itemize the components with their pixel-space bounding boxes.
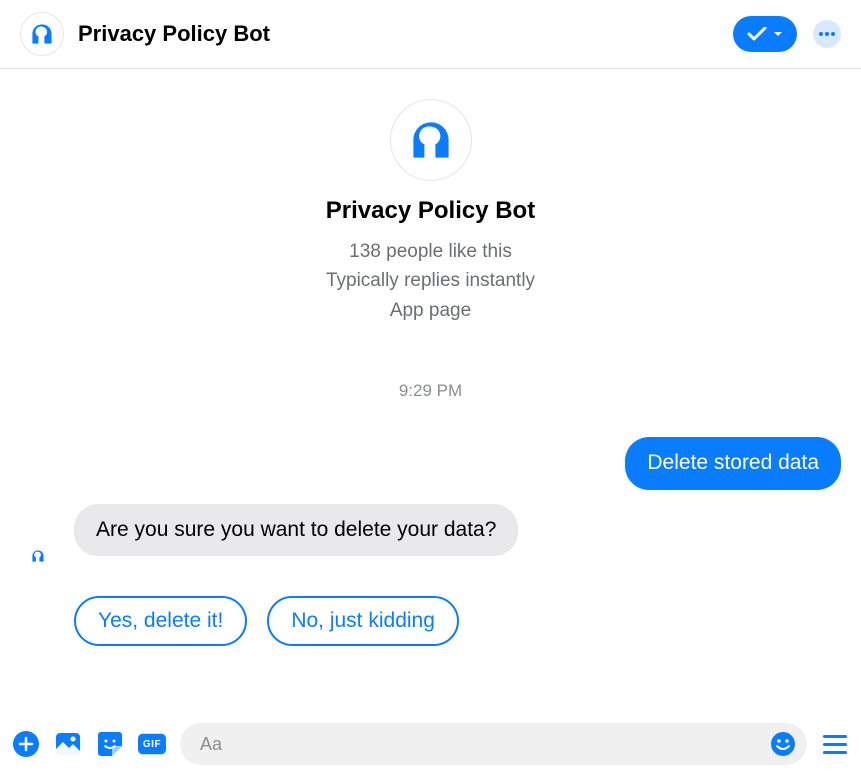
svg-text:PRIVACY POLICY BOT: PRIVACY POLICY BOT bbox=[409, 161, 453, 162]
sticker-icon bbox=[97, 731, 123, 757]
profile-likes: 138 people like this bbox=[349, 237, 512, 266]
bot-logo-icon bbox=[31, 549, 45, 563]
menu-line-icon bbox=[823, 735, 847, 738]
profile-reply-time: Typically replies instantly bbox=[326, 266, 535, 295]
sticker-button[interactable] bbox=[96, 730, 124, 758]
header-actions bbox=[733, 16, 841, 52]
done-dropdown-button[interactable] bbox=[733, 16, 797, 52]
bot-profile-block: PRIVACY POLICY BOT Privacy Policy Bot 13… bbox=[20, 99, 841, 325]
menu-button[interactable] bbox=[821, 730, 849, 758]
conversation-timestamp: 9:29 PM bbox=[20, 381, 841, 401]
chat-scroll-area[interactable]: PRIVACY POLICY BOT Privacy Policy Bot 13… bbox=[0, 69, 861, 713]
menu-line-icon bbox=[823, 743, 847, 746]
message-input-wrapper[interactable] bbox=[180, 723, 807, 765]
profile-page-type[interactable]: App page bbox=[390, 296, 471, 325]
message-composer: GIF bbox=[0, 713, 861, 779]
message-row-sent: Delete stored data bbox=[20, 437, 841, 489]
message-input[interactable] bbox=[200, 734, 769, 755]
bot-avatar-mini[interactable] bbox=[26, 544, 50, 568]
dot-icon bbox=[819, 32, 823, 36]
add-button[interactable] bbox=[12, 730, 40, 758]
dot-icon bbox=[831, 32, 835, 36]
bot-logo-icon: PRIVACY POLICY BOT bbox=[409, 118, 453, 162]
message-row-received: Are you sure you want to delete your dat… bbox=[20, 504, 841, 556]
chat-title[interactable]: Privacy Policy Bot bbox=[78, 21, 719, 47]
smiley-icon bbox=[770, 731, 796, 757]
emoji-button[interactable] bbox=[769, 730, 797, 758]
chat-header: Privacy Policy Bot bbox=[0, 0, 861, 69]
photo-button[interactable] bbox=[54, 730, 82, 758]
profile-name: Privacy Policy Bot bbox=[326, 197, 535, 225]
chevron-down-icon bbox=[773, 31, 783, 37]
quick-replies-row: Yes, delete it! No, just kidding bbox=[74, 596, 841, 646]
dot-icon bbox=[825, 32, 829, 36]
plus-circle-icon bbox=[13, 731, 39, 757]
bot-logo-icon bbox=[30, 22, 54, 46]
gif-button[interactable]: GIF bbox=[138, 730, 166, 758]
gif-label: GIF bbox=[143, 739, 161, 750]
quick-reply-no[interactable]: No, just kidding bbox=[267, 596, 459, 646]
image-icon bbox=[55, 732, 81, 756]
quick-reply-yes[interactable]: Yes, delete it! bbox=[74, 596, 247, 646]
received-message-bubble[interactable]: Are you sure you want to delete your dat… bbox=[74, 504, 518, 556]
bot-avatar-small[interactable] bbox=[20, 12, 64, 56]
bot-avatar-large[interactable]: PRIVACY POLICY BOT bbox=[390, 99, 472, 181]
more-options-button[interactable] bbox=[813, 20, 841, 48]
checkmark-icon bbox=[747, 27, 769, 41]
sent-message-bubble[interactable]: Delete stored data bbox=[625, 437, 841, 489]
menu-line-icon bbox=[823, 751, 847, 754]
